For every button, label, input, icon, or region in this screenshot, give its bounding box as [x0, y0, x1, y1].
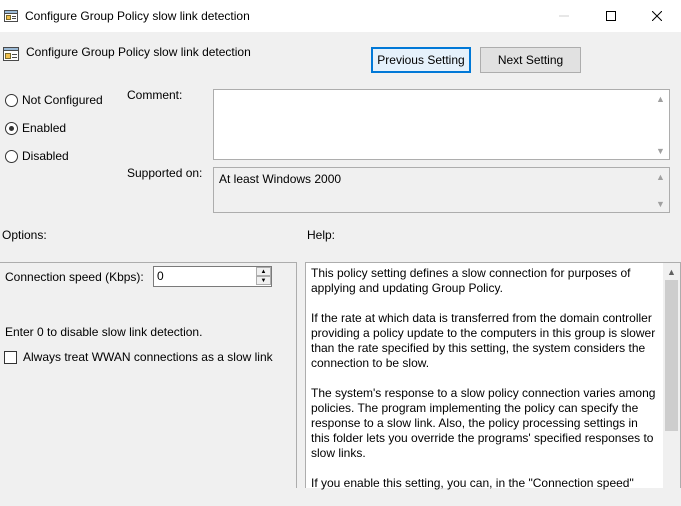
help-text: This policy setting defines a slow conne… [311, 266, 656, 506]
radio-disabled[interactable]: Disabled [5, 149, 69, 163]
scroll-up-icon[interactable]: ▲ [663, 263, 680, 280]
supported-on-box: At least Windows 2000 ▲ ▼ [213, 167, 670, 213]
options-label: Options: [2, 228, 47, 242]
radio-indicator [5, 149, 18, 163]
spin-down-icon[interactable]: ▼ [256, 276, 271, 285]
help-paragraph: This policy setting defines a slow conne… [311, 266, 631, 295]
previous-setting-button[interactable]: Previous Setting [371, 47, 471, 73]
options-panel [0, 262, 297, 488]
next-setting-button[interactable]: Next Setting [480, 47, 581, 73]
maximize-button[interactable] [588, 0, 634, 32]
minimize-button[interactable] [541, 0, 587, 32]
help-panel: This policy setting defines a slow conne… [305, 262, 681, 490]
window-title: Configure Group Policy slow link detecti… [25, 9, 250, 23]
comment-scrollbar[interactable]: ▲ ▼ [652, 90, 669, 159]
radio-indicator [5, 121, 18, 135]
close-icon [652, 11, 662, 21]
policy-title: Configure Group Policy slow link detecti… [26, 45, 251, 59]
close-button[interactable] [634, 0, 680, 32]
help-scrollbar[interactable]: ▲ [663, 263, 680, 489]
help-paragraph: If the rate at which data is transferred… [311, 311, 656, 370]
scroll-down-icon[interactable]: ▼ [652, 195, 669, 212]
radio-label: Not Configured [22, 93, 103, 107]
radio-label: Enabled [22, 121, 67, 135]
connection-speed-label: Connection speed (Kbps): [5, 270, 144, 284]
scroll-up-icon[interactable]: ▲ [652, 90, 669, 107]
policy-setting-icon [3, 47, 19, 61]
help-paragraph: The system's response to a slow policy c… [311, 386, 656, 460]
minimize-icon [559, 15, 569, 17]
maximize-icon [606, 11, 616, 21]
supported-on-label: Supported on: [127, 166, 203, 180]
title-bar: Configure Group Policy slow link detecti… [0, 0, 681, 32]
comment-textarea[interactable]: ▲ ▼ [213, 89, 670, 160]
radio-indicator [5, 93, 18, 107]
scroll-up-icon[interactable]: ▲ [652, 168, 669, 185]
supported-on-value: At least Windows 2000 [219, 172, 342, 186]
spin-up-icon[interactable]: ▲ [256, 267, 271, 276]
scroll-thumb[interactable] [665, 280, 678, 431]
checkbox-indicator [4, 350, 17, 364]
help-label: Help: [307, 228, 336, 242]
supported-scrollbar[interactable]: ▲ ▼ [652, 168, 669, 212]
wwan-checkbox-label: Always treat WWAN connections as a slow … [23, 350, 273, 364]
radio-not-configured[interactable]: Not Configured [5, 93, 103, 107]
help-paragraph: If you enable this setting, you can, in … [311, 476, 634, 490]
scroll-down-icon[interactable]: ▼ [652, 142, 669, 159]
radio-label: Disabled [22, 149, 69, 163]
slow-link-hint: Enter 0 to disable slow link detection. [5, 325, 203, 339]
radio-enabled[interactable]: Enabled [5, 121, 66, 135]
comment-label: Comment: [127, 88, 183, 102]
policy-icon [4, 10, 18, 22]
connection-speed-stepper[interactable]: 0 ▲ ▼ [153, 266, 272, 287]
connection-speed-value[interactable]: 0 [157, 269, 164, 283]
wwan-checkbox[interactable]: Always treat WWAN connections as a slow … [4, 350, 273, 364]
